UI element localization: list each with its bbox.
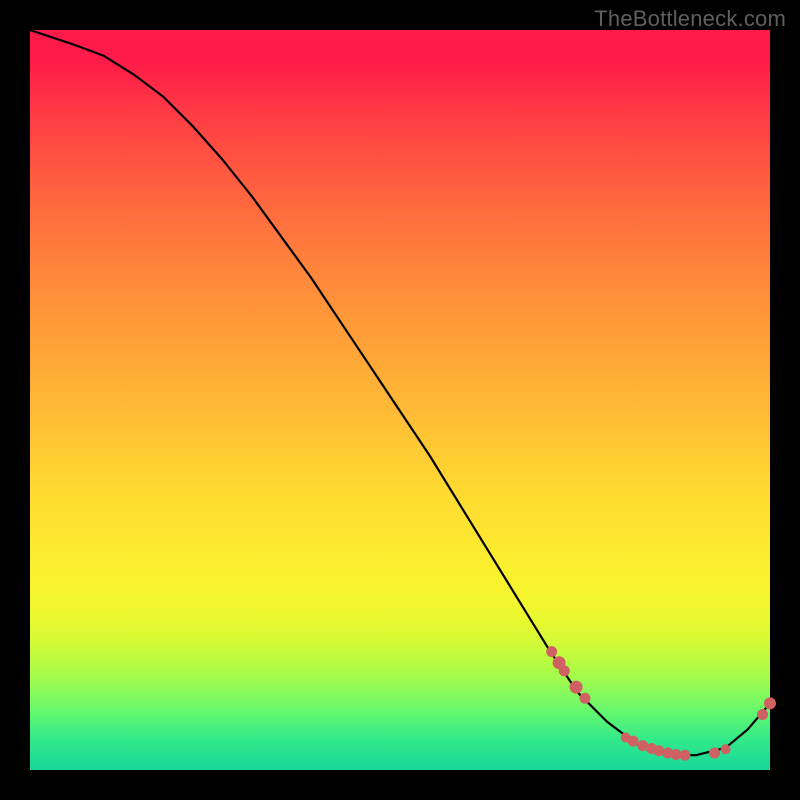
data-point-marker bbox=[758, 710, 768, 720]
data-point-marker bbox=[559, 666, 569, 676]
data-point-marker bbox=[628, 736, 638, 746]
marker-group bbox=[547, 647, 776, 761]
data-point-marker bbox=[547, 647, 557, 657]
data-point-marker bbox=[680, 750, 690, 760]
chart-frame: TheBottleneck.com bbox=[0, 0, 800, 800]
data-point-marker bbox=[570, 681, 582, 693]
plot-area bbox=[30, 30, 770, 770]
data-point-marker bbox=[721, 745, 730, 754]
data-point-marker bbox=[710, 748, 720, 758]
bottleneck-curve-line bbox=[30, 30, 770, 755]
data-point-marker bbox=[654, 746, 664, 756]
watermark-text: TheBottleneck.com bbox=[594, 6, 786, 32]
data-point-marker bbox=[580, 693, 590, 703]
data-point-marker bbox=[765, 698, 776, 709]
curve-svg bbox=[30, 30, 770, 770]
